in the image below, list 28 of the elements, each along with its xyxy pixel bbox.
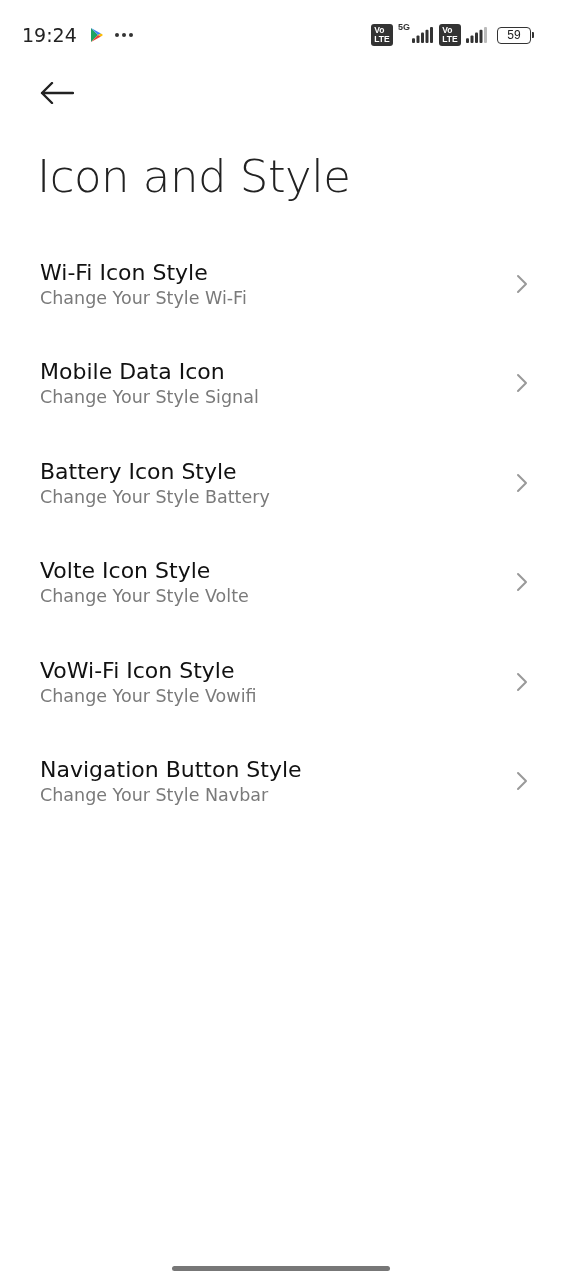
setting-subtitle: Change Your Style Navbar	[40, 785, 270, 806]
setting-title[interactable]: Volte Icon Style	[40, 558, 249, 584]
setting-title[interactable]: Battery Icon Style	[40, 458, 270, 484]
volte-badge: Vo LTE	[371, 24, 393, 46]
setting-subtitle: Change Your Style Battery	[40, 486, 270, 507]
page-title: Icon and Style	[37, 150, 352, 203]
status-time: 19:24	[22, 24, 77, 46]
chevron-right-icon	[516, 771, 528, 792]
network-type: 5G	[398, 22, 410, 32]
setting-title[interactable]: Navigation Button Style	[40, 757, 302, 783]
chevron-right-icon	[516, 472, 528, 493]
setting-subtitle: Change Your Style Signal	[40, 387, 259, 408]
chevron-right-icon	[516, 273, 528, 294]
setting-subtitle: Change Your Style Vowifi	[40, 685, 257, 706]
setting-subtitle: Change Your Style Volte	[40, 586, 249, 607]
more-icon	[114, 33, 133, 37]
volte-badge: Vo LTE	[439, 24, 461, 46]
setting-subtitle: Change Your Style Wi-Fi	[40, 287, 247, 308]
setting-title[interactable]: Wi-Fi Icon Style	[40, 259, 247, 285]
setting-title[interactable]: Mobile Data Icon	[40, 359, 259, 385]
setting-title[interactable]: VoWi-Fi Icon Style	[40, 657, 257, 683]
battery-level: 59	[497, 26, 531, 44]
chevron-right-icon	[516, 671, 528, 692]
chevron-right-icon	[516, 373, 528, 394]
play-store-icon	[90, 28, 103, 42]
signal-icon	[412, 27, 434, 43]
chevron-right-icon	[516, 572, 528, 593]
signal-weak-icon	[466, 27, 488, 43]
